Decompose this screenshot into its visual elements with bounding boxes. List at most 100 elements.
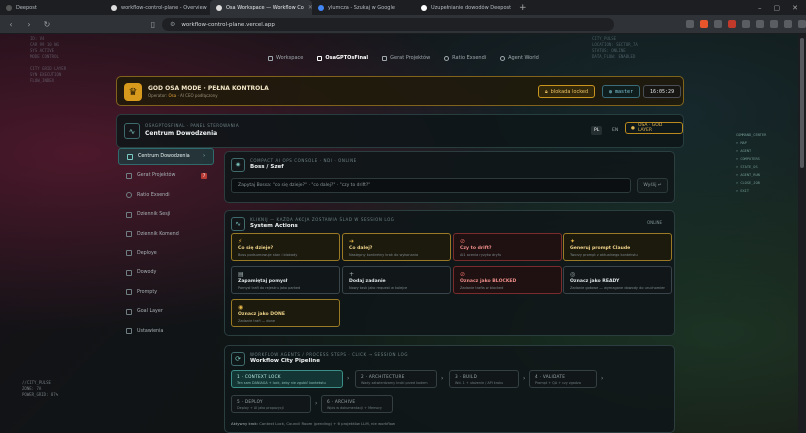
close-window-icon[interactable]: ✕	[792, 4, 798, 12]
hud-mini-menu: COMMAND_CENTER > MAP > AGENT > COMPUTERS…	[736, 133, 767, 193]
url-field[interactable]: ⚙ workflow-control-plane.vercel.app	[162, 18, 614, 31]
sidebar-item-goal-layer[interactable]: Goal Layer	[118, 303, 214, 320]
chevron-right-icon: ›	[203, 154, 205, 159]
page-scrollbar[interactable]	[798, 34, 806, 433]
pipeline-panel: ⟳ WORKFLOW AGENTS / PROCESS STEPS · CLIC…	[224, 345, 675, 433]
lock-status-badge[interactable]: 🔒︎ blokada locked	[538, 85, 596, 98]
log-icon	[126, 211, 132, 218]
extension-icon[interactable]	[756, 20, 764, 28]
action-generuj-prompt[interactable]: ✦ Generuj prompt Claude Tworzy prompt z …	[563, 233, 672, 261]
action-dodaj-zadanie[interactable]: + Dodaj zadanie Nowy task jako request w…	[342, 266, 451, 294]
god-layer-button[interactable]: ● OSA · GOD LAYER	[625, 122, 683, 134]
lang-en-button[interactable]: EN	[609, 126, 621, 135]
extension-icon[interactable]	[784, 20, 792, 28]
panel-eyebrow: KLIKNIJ — KAŻDA AKCJA ZOSTAWIA ŚLAD W SE…	[250, 217, 395, 222]
maximize-icon[interactable]: ▢	[774, 4, 781, 12]
action-czy-to-drift[interactable]: ⊘ Czy to drift? AI1 ocenia ryzyko dryfu	[453, 233, 562, 261]
reload-icon[interactable]: ↻	[42, 20, 52, 29]
action-co-dalej[interactable]: ➔ Co dalej? Następny konkretny krok do w…	[342, 233, 451, 261]
site-info-icon[interactable]: ⚙	[170, 21, 175, 28]
extension-icon[interactable]	[714, 20, 722, 28]
action-oznacz-done[interactable]: ◉ Oznacz jako DONE Zadanie trafi — done	[231, 299, 340, 327]
action-oznacz-ready[interactable]: ◎ Oznacz jako READY Zadanie gotowe — wym…	[563, 266, 672, 294]
lock-icon: 🔒︎	[545, 88, 548, 95]
block-icon: ⊘	[460, 271, 466, 278]
menu-icon[interactable]	[798, 20, 806, 28]
address-bar-row: ‹ › ↻ ▯ ⚙ workflow-control-plane.vercel.…	[0, 15, 806, 34]
panel-eyebrow: OSAGPTOSFINAL · PANEL STEROWANIA	[145, 123, 240, 128]
action-oznacz-blocked[interactable]: ⊘ Oznacz jako BLOCKED Zadanie trafia w b…	[453, 266, 562, 294]
favicon-icon	[421, 4, 427, 11]
extension-icon[interactable]	[770, 20, 778, 28]
browser-tab[interactable]: ylumcza - Szukaj w Google	[312, 0, 415, 15]
boss-console-panel: ✷ COMPACT AI OPS CONSOLE · NDI · ONLINE …	[224, 151, 675, 203]
extension-icon[interactable]	[728, 20, 736, 28]
forward-arrow-icon[interactable]: ›	[24, 20, 34, 29]
branch-badge[interactable]: ◍ master	[602, 85, 641, 98]
bolt-icon: ✷	[231, 158, 245, 172]
scrollbar-thumb[interactable]	[800, 38, 804, 168]
circle-icon	[126, 192, 132, 199]
check-circle-icon: ◉	[238, 304, 244, 311]
pipeline-step-build[interactable]: 3 · BUILD Wd. 1 + ułożenie / API kroku	[449, 370, 519, 388]
sidebar-item-ratio-exsendi[interactable]: Ratio Exsendi	[118, 187, 214, 204]
boss-prompt-input[interactable]: Zapytaj Bossa: "co się dzieje?" · "co da…	[231, 178, 631, 193]
browser-tab[interactable]: Uzupełnianie dowodów Deepost	[415, 0, 513, 15]
extensions-area	[686, 20, 806, 28]
pipeline-step-deploy[interactable]: 5 · DEPLOY Deploy + AI jako propozycji	[231, 395, 311, 413]
sidebar-item-prompty[interactable]: Prompty	[118, 284, 214, 301]
sidebar-item-gerat-projektow[interactable]: Gerat Projektów 7	[118, 167, 214, 184]
panel-eyebrow: WORKFLOW AGENTS / PROCESS STEPS · CLICK …	[250, 352, 409, 357]
extension-icon[interactable]	[700, 20, 708, 28]
sparkle-icon: ✦	[570, 238, 576, 245]
arrow-right-icon: ›	[347, 375, 350, 382]
browser-tab-active[interactable]: Osa Workspace — Workflow Co ✕	[210, 0, 312, 15]
pipeline-step-validate[interactable]: 4 · VALIDATE Prompt + QA + czy zgadza	[529, 370, 597, 388]
arrow-right-icon: ›	[315, 400, 318, 407]
favicon-icon	[6, 4, 12, 11]
extension-icon[interactable]	[686, 20, 694, 28]
sidebar-item-dowody[interactable]: Dowody	[118, 264, 214, 281]
arrow-right-icon: ›	[601, 375, 604, 382]
lang-pl-button[interactable]: PL	[591, 126, 603, 135]
globe-icon	[500, 55, 506, 61]
pipeline-step-context-lock[interactable]: 1 · CONTEXT LOCK Ten sam DANIAGA + lock,…	[231, 370, 343, 388]
bookmark-icon[interactable]: ▯	[148, 20, 158, 29]
god-mode-subtitle: Operator: Osa · AI CEO podłączony	[148, 93, 218, 98]
dot-icon: ●	[631, 125, 635, 131]
send-button[interactable]: Wyślij ↵	[637, 178, 668, 193]
action-zapamietaj-pomysl[interactable]: ▤ Zapamiętaj pomysł Pomysł trafi do reje…	[231, 266, 340, 294]
pipeline-step-architecture[interactable]: 2 · ARCHITECTURE Wady zatwierdzamy kroki…	[355, 370, 437, 388]
favicon-icon	[111, 4, 117, 11]
panel-title: Workflow City Pipeline	[250, 358, 320, 364]
sidebar: Centrum Dowodzenia › Gerat Projektów 7 R…	[118, 148, 214, 342]
grid-icon	[317, 55, 323, 61]
nav-osagptosfinal[interactable]: OsaGPTOsFinal	[317, 55, 368, 61]
note-icon: ▤	[238, 271, 244, 278]
sidebar-item-deploye[interactable]: Deploye	[118, 245, 214, 262]
sidebar-item-dziennik-sesji[interactable]: Dziennik Sesji	[118, 206, 214, 223]
window-controls: – ▢ ✕	[758, 4, 806, 12]
sidebar-item-dziennik-komend[interactable]: Dziennik Komend	[118, 226, 214, 243]
minimize-icon[interactable]: –	[758, 4, 762, 12]
nav-workspace[interactable]: Workspace	[268, 55, 303, 61]
back-arrow-icon[interactable]: ‹	[6, 20, 16, 29]
prompt-icon	[126, 289, 132, 296]
circle-icon	[444, 55, 450, 61]
pipeline-step-archive[interactable]: 6 · ARCHIVE Wpis w dokumentacji + Memory	[321, 395, 393, 413]
workflow-icon: ⟳	[231, 352, 245, 366]
browser-tab-bar: Deepost workflow-control-plane - Overvie…	[0, 0, 806, 15]
target-icon: ◎	[570, 271, 576, 278]
browser-tab[interactable]: Deepost	[0, 0, 105, 15]
sidebar-item-centrum-dowodzenia[interactable]: Centrum Dowodzenia ›	[118, 148, 214, 165]
nav-ratio-exsendi[interactable]: Ratio Exsendi	[444, 55, 486, 61]
panel-title: Boss / Szef	[250, 164, 284, 170]
nav-gerat-projektow[interactable]: Gerat Projektów	[382, 55, 430, 61]
system-actions-panel: ∿ KLIKNIJ — KAŻDA AKCJA ZOSTAWIA ŚLAD W …	[224, 210, 675, 336]
action-co-sie-dzieje[interactable]: ⚡ Co się dzieje? Boss podsumowuje stan i…	[231, 233, 340, 261]
browser-tab[interactable]: workflow-control-plane - Overview	[105, 0, 210, 15]
sidebar-item-ustawienia[interactable]: Ustawienia	[118, 323, 214, 340]
new-tab-button[interactable]: +	[513, 3, 533, 13]
extension-icon[interactable]	[742, 20, 750, 28]
nav-agent-world[interactable]: Agent World	[500, 55, 539, 61]
